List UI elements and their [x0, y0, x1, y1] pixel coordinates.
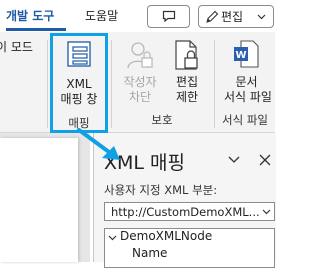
group-separator	[214, 40, 215, 128]
restrict-editing-label-2: 제한	[175, 90, 199, 104]
custom-xml-part-select[interactable]: http://CustomDemoXML...	[104, 202, 275, 221]
document-template-label-2: 서식 파일	[224, 90, 272, 104]
tab-help[interactable]: 도움말	[85, 9, 118, 23]
block-authors-label-1: 작성자	[123, 75, 157, 89]
restrict-editing-label-1: 편집	[175, 75, 199, 89]
document-page[interactable]	[0, 138, 78, 262]
edit-label: 편집	[221, 10, 244, 24]
comments-button[interactable]	[147, 5, 190, 28]
partial-group-label: 이 모드	[0, 40, 33, 54]
expand-chevron-icon[interactable]	[108, 235, 117, 241]
block-authors-icon	[127, 42, 153, 69]
template-group-label: 서식 파일	[222, 113, 268, 127]
callout-arrow	[77, 128, 120, 160]
xml-mapping-icon	[67, 41, 91, 67]
document-template-label-1: 문서	[235, 75, 258, 89]
svg-text:W: W	[235, 50, 246, 61]
partial-group-marker	[6, 93, 12, 99]
block-authors-button[interactable]: 작성자 차단	[114, 36, 166, 108]
protect-group-label: 보호	[151, 113, 173, 127]
document-template-button[interactable]: W 문서 서식 파일	[218, 36, 275, 108]
tab-developer[interactable]: 개발 도구	[6, 9, 54, 23]
group-separator	[47, 40, 48, 128]
editing-mode-button[interactable]: 편집	[198, 5, 274, 28]
custom-xml-part-label: 사용자 지정 XML 부분:	[104, 183, 218, 197]
tree-node[interactable]: Name	[132, 246, 167, 260]
pane-options-chevron-icon[interactable]	[228, 156, 240, 164]
xml-mapping-label-1: XML	[66, 77, 92, 91]
custom-xml-part-value: http://CustomDemoXML...	[111, 205, 259, 219]
xml-mapping-label-2: 매핑 창	[60, 92, 98, 106]
chevron-down-icon	[257, 14, 266, 20]
group-separator	[111, 40, 112, 128]
restrict-editing-icon	[175, 40, 198, 70]
word-document-icon: W	[234, 40, 259, 68]
dropdown-chevron-icon	[262, 209, 271, 215]
xml-mapping-pane-button[interactable]: XML 매핑 창 매핑	[50, 33, 108, 133]
pencil-icon	[206, 10, 219, 23]
comment-icon	[162, 10, 176, 23]
restrict-editing-button[interactable]: 편집 제한	[164, 36, 210, 108]
xml-node-tree: DemoXMLNode Name	[104, 228, 275, 268]
block-authors-label-2: 차단	[128, 90, 152, 104]
close-icon[interactable]	[259, 154, 271, 166]
tree-node[interactable]: DemoXMLNode	[120, 229, 212, 243]
active-tab-underline	[6, 28, 66, 31]
